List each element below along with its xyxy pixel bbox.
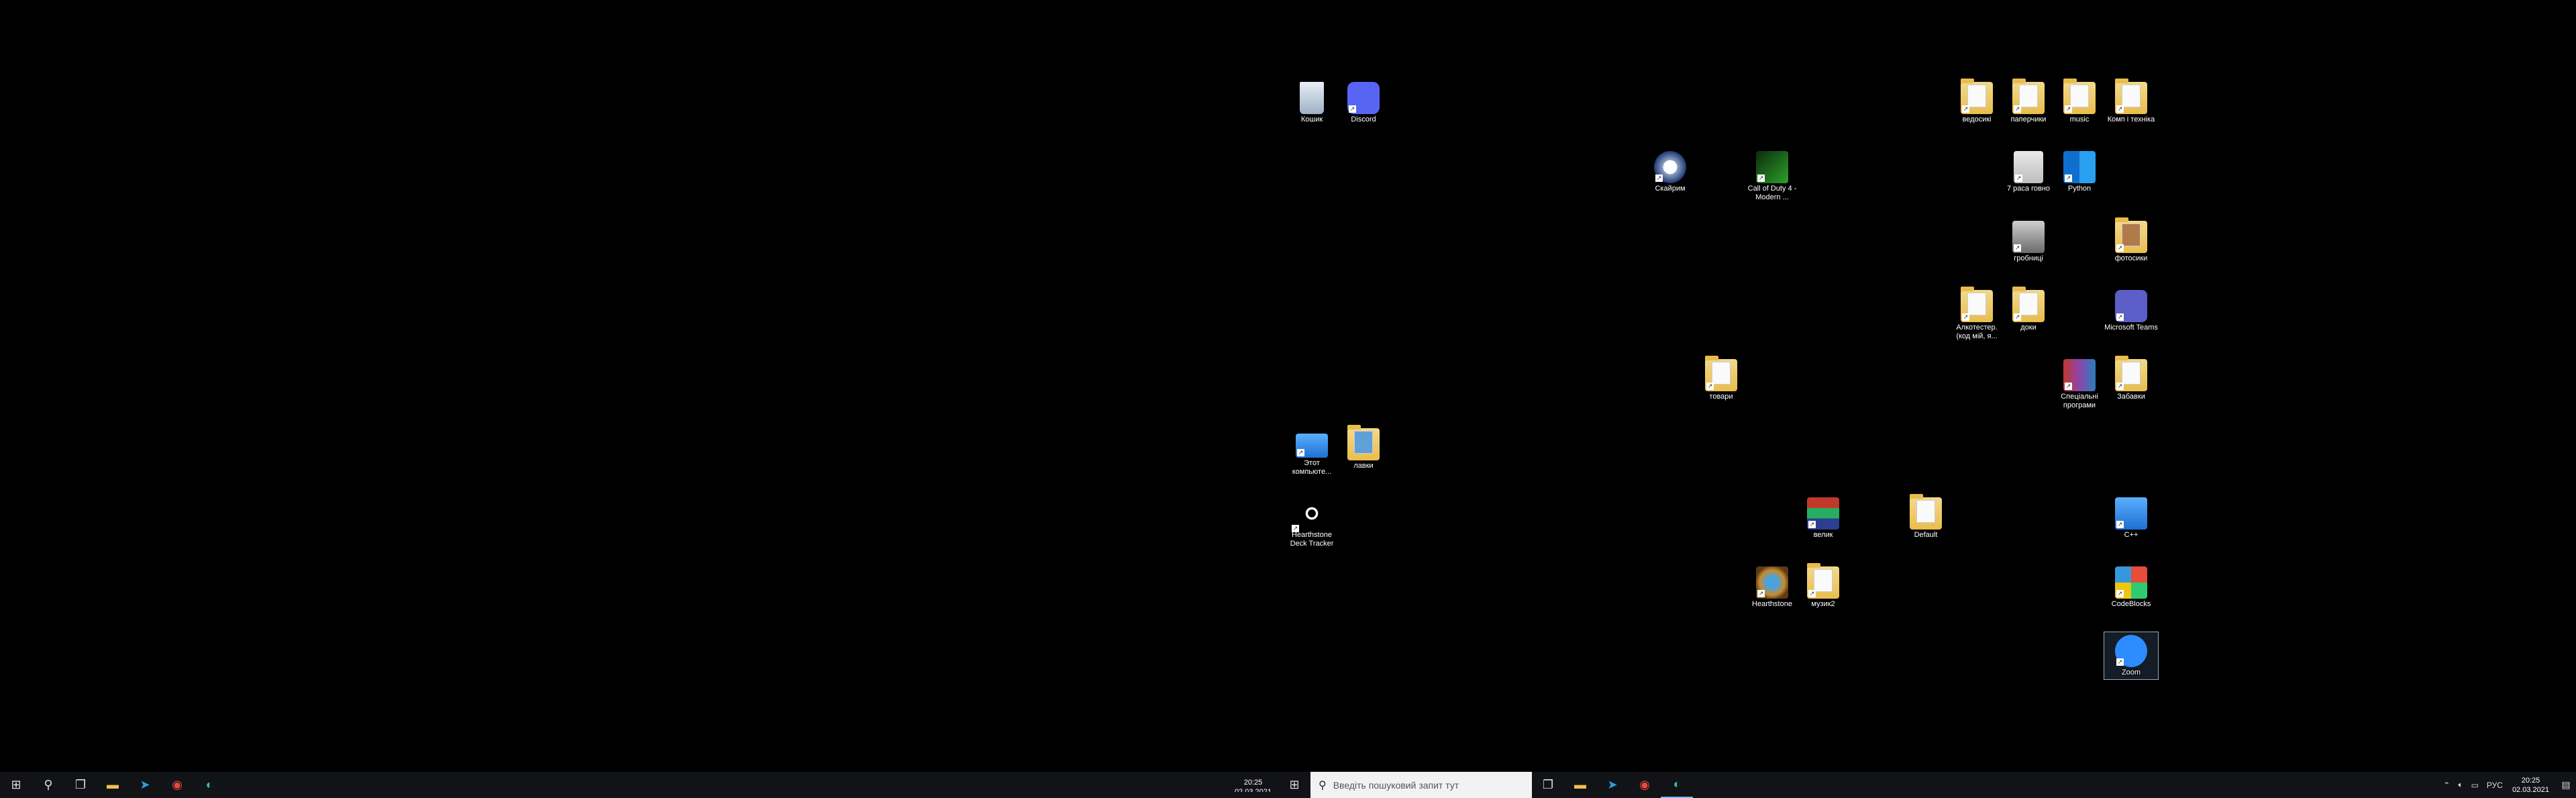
telegram-icon[interactable]: ➤ bbox=[129, 772, 161, 798]
this-pc-shortcut[interactable]: ↗ Этот компьюте... bbox=[1285, 426, 1339, 477]
codeblocks-icon: ↗ bbox=[2115, 566, 2147, 599]
folder-icon bbox=[1347, 425, 1380, 460]
clock-date: 02.03.2021 bbox=[1234, 788, 1272, 792]
folder-vedosiki[interactable]: ↗ ведосикі bbox=[1950, 79, 2004, 124]
folder-icon: ↗ bbox=[2115, 79, 2147, 114]
folder-tovari[interactable]: ↗ товари bbox=[1694, 356, 1748, 401]
folder-doki[interactable]: ↗ доки bbox=[2002, 287, 2055, 332]
folder-icon bbox=[1910, 494, 1942, 530]
chevron-up-icon[interactable]: ⌃ bbox=[2443, 781, 2450, 790]
taskbar-clock-right[interactable]: 20:25 02.03.2021 bbox=[2506, 776, 2556, 795]
folder-icon: ↗ bbox=[2063, 79, 2096, 114]
search-icon: ⚲ bbox=[1319, 779, 1327, 791]
file-7-rasa[interactable]: ↗ 7 раса говно bbox=[2002, 148, 2055, 193]
computer-icon: ↗ bbox=[1296, 434, 1328, 458]
winrar-icon: ↗ bbox=[2063, 359, 2096, 391]
file-grobnitse[interactable]: ↗ гробниці bbox=[2002, 218, 2055, 263]
volume-icon[interactable]: 🔈︎ bbox=[2458, 780, 2463, 790]
folder-icon: ↗ bbox=[2012, 79, 2045, 114]
file-explorer-icon[interactable]: ▬ bbox=[97, 772, 129, 798]
folder-icon: ↗ bbox=[2115, 356, 2147, 391]
clock-time: 20:25 bbox=[2521, 776, 2540, 785]
image-file-icon: ↗ bbox=[2012, 221, 2045, 253]
discord-icon: ↗ bbox=[1347, 82, 1380, 114]
folder-muzik2[interactable]: ↗ музик2 bbox=[1796, 563, 1850, 609]
recycle-bin-shortcut[interactable]: Кошик bbox=[1285, 79, 1339, 124]
telegram-icon[interactable]: ➤ bbox=[1596, 772, 1629, 798]
taskbar-right: ⊞ ⚲ Введіть пошуковий запит тут ❐ ▬ ➤ ◉ … bbox=[1278, 772, 2576, 798]
network-icon[interactable]: ▭ bbox=[2471, 781, 2479, 790]
edge-icon[interactable]: ◐ bbox=[1661, 772, 1693, 798]
folder-zabavki[interactable]: ↗ Забавки bbox=[2104, 356, 2158, 401]
skyrim-icon: ↗ bbox=[1654, 151, 1686, 183]
folder-icon: ↗ bbox=[1807, 563, 1839, 599]
python-icon: ↗ bbox=[2063, 151, 2096, 183]
recycle-bin-icon bbox=[1300, 82, 1324, 114]
file-velik[interactable]: ↗ велик bbox=[1796, 495, 1850, 540]
skyrim-shortcut[interactable]: ↗ Скайрим bbox=[1643, 148, 1697, 193]
system-tray: ⌃ 🔈︎ ▭ РУС bbox=[2443, 780, 2506, 790]
chrome-icon[interactable]: ◉ bbox=[1629, 772, 1661, 798]
windows-start-icon[interactable]: ⊞ bbox=[1278, 772, 1310, 798]
codeblocks-shortcut[interactable]: ↗ CodeBlocks bbox=[2104, 564, 2158, 609]
discord-shortcut[interactable]: ↗ Discord bbox=[1337, 79, 1390, 124]
image-file-icon: ↗ bbox=[2014, 151, 2043, 183]
taskbar-clock-left[interactable]: 20:25 02.03.2021 bbox=[1228, 778, 1278, 792]
cpp-shortcut[interactable]: ↗ C++ bbox=[2104, 495, 2158, 540]
folder-icon: ↗ bbox=[1961, 79, 1993, 114]
hearthstone-shortcut[interactable]: ↗ Hearthstone bbox=[1745, 564, 1799, 609]
clock-date: 02.03.2021 bbox=[2512, 785, 2549, 794]
winrar-archive-icon: ↗ bbox=[1807, 497, 1839, 530]
clock-time: 20:25 bbox=[1243, 779, 1263, 787]
teams-shortcut[interactable]: ↗ Microsoft Teams bbox=[2104, 287, 2158, 332]
notification-icon[interactable]: ▤ bbox=[2556, 772, 2576, 798]
folder-spetsialni[interactable]: ↗ Спеціальні програми bbox=[2053, 356, 2106, 410]
desktop: Кошик ↗ Discord ↗ ведосикі ↗ паперчики ↗… bbox=[0, 0, 2576, 772]
folder-alkotester[interactable]: ↗ Алкотестер. (код мій, я... bbox=[1950, 287, 2004, 341]
windows-start-icon[interactable]: ⊞ bbox=[0, 772, 32, 798]
hearthstone-icon: ↗ bbox=[1756, 566, 1788, 599]
search-input[interactable]: ⚲ Введіть пошуковий запит тут bbox=[1310, 772, 1532, 798]
edge-icon[interactable]: ◐ bbox=[193, 772, 225, 798]
hdt-shortcut[interactable]: ↗ Hearthstone Deck Tracker bbox=[1285, 495, 1339, 548]
microsoft-teams-icon: ↗ bbox=[2115, 290, 2147, 322]
chrome-icon[interactable]: ◉ bbox=[161, 772, 193, 798]
folder-komp[interactable]: ↗ Комп і техніка bbox=[2104, 79, 2158, 124]
folder-icon: ↗ bbox=[1961, 287, 1993, 322]
cod-shortcut[interactable]: ↗ Call of Duty 4 - Modern ... bbox=[1745, 148, 1799, 202]
python-shortcut[interactable]: ↗ Python bbox=[2053, 148, 2106, 193]
zoom-shortcut[interactable]: ↗ Zoom bbox=[2104, 632, 2159, 680]
folder-icon: ↗ bbox=[2012, 287, 2045, 322]
language-indicator[interactable]: РУС bbox=[2487, 781, 2503, 790]
shortcut-arrow-icon: ↗ bbox=[1349, 105, 1356, 113]
task-view-icon[interactable]: ❐ bbox=[1532, 772, 1564, 798]
search-icon[interactable]: ⚲ bbox=[32, 772, 64, 798]
folder-default[interactable]: Default bbox=[1899, 494, 1953, 540]
file-explorer-icon[interactable]: ▬ bbox=[1564, 772, 1596, 798]
folder-lavki[interactable]: лавки bbox=[1337, 425, 1390, 470]
taskbar-left: ⊞ ⚲ ❐ ▬ ➤ ◉ ◐ 20:25 02.03.2021 bbox=[0, 772, 1278, 798]
folder-fotosiki[interactable]: ↗ фотосики bbox=[2104, 217, 2158, 263]
folder-icon: ↗ bbox=[2115, 217, 2147, 253]
folder-paperchiki[interactable]: ↗ паперчики bbox=[2002, 79, 2055, 124]
search-placeholder: Введіть пошуковий запит тут bbox=[1333, 779, 1459, 791]
hearthstone-deck-tracker-icon: ↗ bbox=[1292, 503, 1323, 532]
task-view-icon[interactable]: ❐ bbox=[64, 772, 97, 798]
zoom-icon: ↗ bbox=[2115, 635, 2147, 667]
cpp-icon: ↗ bbox=[2115, 497, 2147, 530]
folder-icon: ↗ bbox=[1705, 356, 1737, 391]
folder-music[interactable]: ↗ music bbox=[2053, 79, 2106, 124]
call-of-duty-icon: ↗ bbox=[1756, 151, 1788, 183]
